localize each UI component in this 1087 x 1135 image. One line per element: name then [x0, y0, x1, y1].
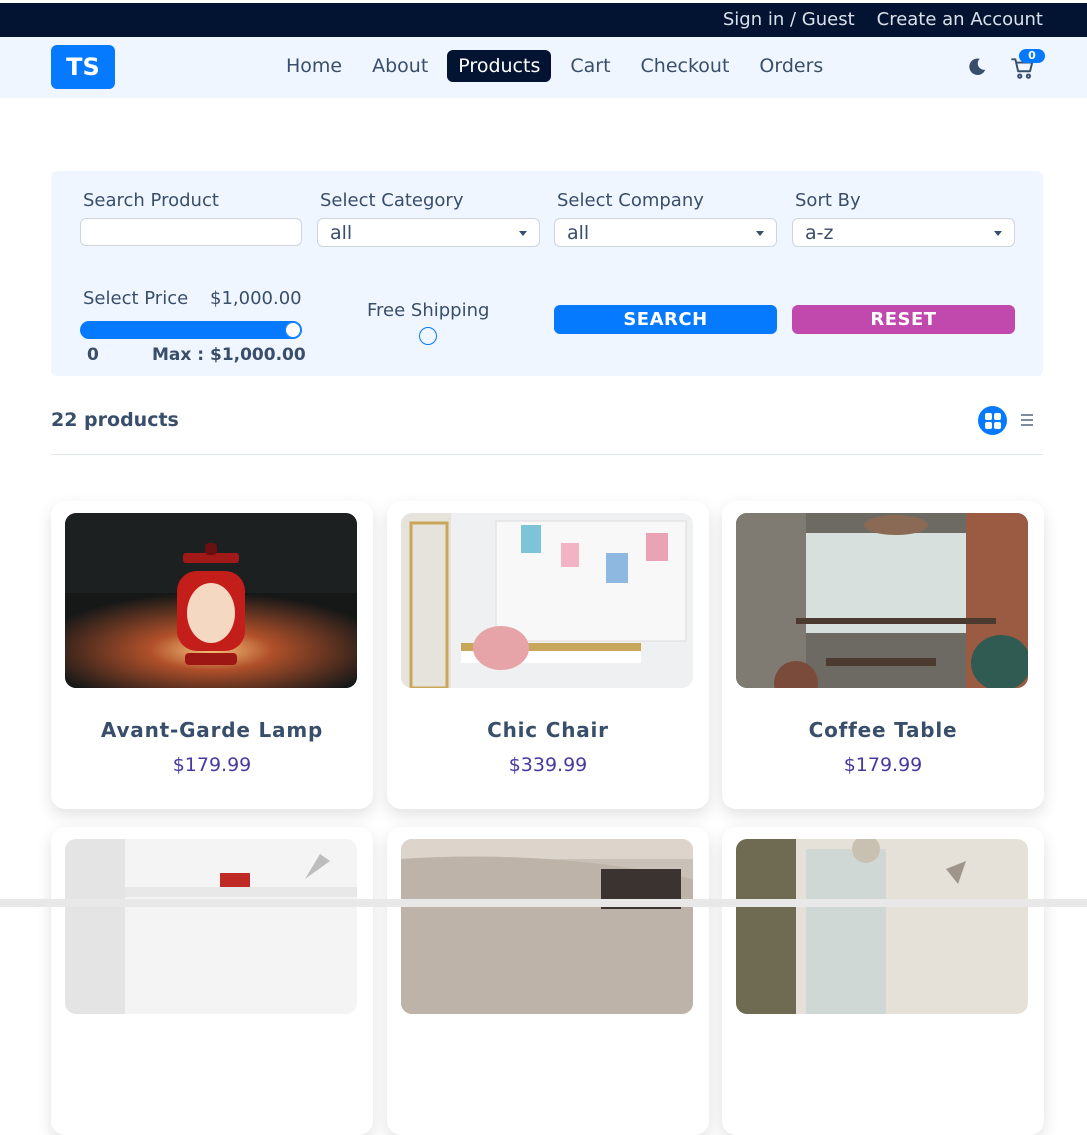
product-name: Avant-Garde Lamp: [100, 718, 324, 742]
product-card[interactable]: [722, 827, 1044, 1135]
product-image: [736, 839, 1028, 1014]
free-shipping-checkbox[interactable]: [419, 327, 437, 345]
search-button[interactable]: SEARCH: [554, 305, 777, 334]
free-shipping-label: Free Shipping: [367, 300, 490, 321]
nav-links: Home About Products Cart Checkout Orders: [275, 50, 834, 82]
price-value: $1,000.00: [210, 288, 302, 309]
product-image: [401, 513, 693, 688]
price-slider-handle[interactable]: [285, 322, 301, 338]
search-input[interactable]: [80, 218, 302, 246]
category-label: Select Category: [320, 190, 464, 211]
product-image: [736, 513, 1028, 688]
sort-value: a-z: [805, 222, 834, 244]
company-label: Select Company: [557, 190, 704, 211]
filters-form: Search Product Select Category all Selec…: [51, 171, 1043, 376]
top-bar: Sign in / Guest Create an Account: [0, 3, 1087, 37]
price-slider[interactable]: [80, 321, 302, 339]
price-label: Select Price: [83, 288, 189, 309]
cart-count-badge: 0: [1019, 49, 1045, 63]
product-price: $339.99: [508, 754, 588, 776]
category-value: all: [330, 222, 353, 244]
reset-button[interactable]: RESET: [792, 305, 1015, 334]
company-value: all: [567, 222, 590, 244]
chevron-down-icon: [519, 231, 527, 236]
category-select[interactable]: all: [317, 218, 540, 247]
product-card[interactable]: [51, 827, 373, 1135]
navbar: TS Home About Products Cart Checkout Ord…: [0, 37, 1087, 98]
product-price: $179.99: [843, 754, 923, 776]
nav-home[interactable]: Home: [275, 50, 353, 82]
horizontal-scrollbar[interactable]: [0, 899, 1087, 907]
grid-icon: [984, 412, 1001, 429]
product-name: Chic Chair: [487, 718, 609, 742]
list-view-icon[interactable]: [1019, 412, 1035, 428]
nav-checkout[interactable]: Checkout: [630, 50, 741, 82]
sort-label: Sort By: [795, 190, 861, 211]
grid-view-button[interactable]: [978, 406, 1007, 435]
product-name: Coffee Table: [808, 718, 958, 742]
chevron-down-icon: [994, 231, 1002, 236]
product-image: [65, 839, 357, 1014]
company-select[interactable]: all: [554, 218, 777, 247]
nav-cart[interactable]: Cart: [559, 50, 621, 82]
chevron-down-icon: [756, 231, 764, 236]
nav-about[interactable]: About: [361, 50, 439, 82]
divider: [51, 454, 1043, 455]
nav-orders[interactable]: Orders: [748, 50, 834, 82]
product-card[interactable]: Avant-Garde Lamp $179.99: [51, 501, 373, 809]
product-card[interactable]: Chic Chair $339.99: [387, 501, 709, 809]
products-count: 22 products: [51, 409, 179, 431]
search-label: Search Product: [83, 190, 219, 211]
product-card[interactable]: Coffee Table $179.99: [722, 501, 1044, 809]
create-account-link[interactable]: Create an Account: [877, 9, 1043, 30]
product-card[interactable]: [387, 827, 709, 1135]
price-max: Max : $1,000.00: [152, 345, 306, 365]
nav-products[interactable]: Products: [447, 50, 552, 82]
price-min: 0: [87, 345, 99, 365]
sort-select[interactable]: a-z: [792, 218, 1015, 247]
logo[interactable]: TS: [51, 45, 115, 89]
product-price: $179.99: [172, 754, 252, 776]
product-image: [401, 839, 693, 1014]
product-image: [65, 513, 357, 688]
moon-icon[interactable]: [966, 56, 988, 78]
sign-in-link[interactable]: Sign in / Guest: [723, 9, 855, 30]
